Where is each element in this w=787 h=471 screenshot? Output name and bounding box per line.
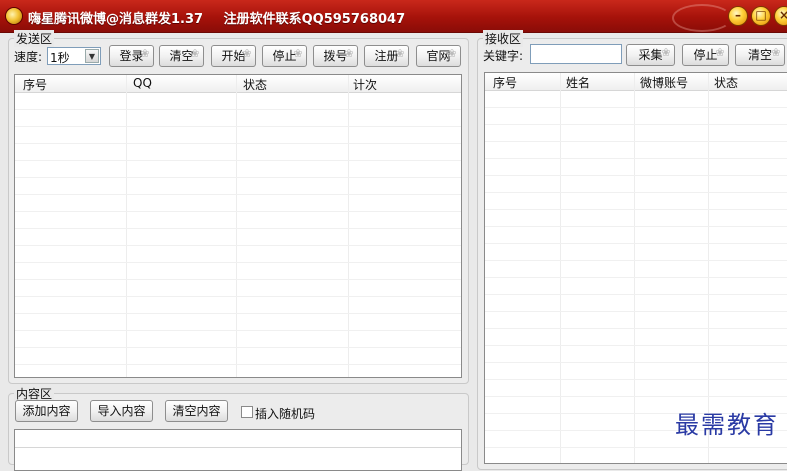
row-divider [15,177,461,178]
add-content-button-label: 添加内容 [22,404,71,418]
send-list-header: 序号 QQ 状态 计次 [15,75,461,93]
dial-button[interactable]: 拨号 ❀ [313,45,358,67]
swirl-icon: ❀ [771,46,781,59]
register-button[interactable]: 注册 ❀ [364,45,409,67]
column-divider [236,75,237,377]
column-header-index[interactable]: 序号 [489,74,517,91]
column-header-index[interactable]: 序号 [19,76,47,93]
row-divider [485,277,787,278]
column-divider [126,75,127,377]
row-divider [485,141,787,142]
row-divider [15,160,461,161]
column-header-count[interactable]: 计次 [349,76,377,93]
clear-content-button-label: 清空内容 [172,404,221,418]
column-header-qq[interactable]: QQ [129,76,152,90]
app-title: 嗨星腾讯微博@消息群发1.37 [28,12,204,27]
chevron-down-icon[interactable]: ▼ [85,49,99,63]
watermark-text: 最需教育 [675,411,779,439]
swirl-icon: ❀ [395,47,405,60]
swirl-icon: ❀ [661,46,671,59]
row-divider [485,260,787,261]
row-divider [15,228,461,229]
row-divider [485,396,787,397]
keyword-label: 关键字: [483,49,524,63]
row-divider [15,347,461,348]
swirl-icon: ❀ [190,47,200,60]
row-divider [485,447,787,448]
row-divider [15,126,461,127]
clear-send-button[interactable]: 清空 ❀ [159,45,204,67]
swirl-icon: ❀ [344,47,354,60]
swirl-icon: ❀ [242,47,252,60]
row-divider [15,279,461,280]
row-divider [485,345,787,346]
send-list-table[interactable]: 序号 QQ 状态 计次 [14,74,462,378]
row-divider [15,330,461,331]
row-divider [485,107,787,108]
row-divider [485,175,787,176]
row-divider [485,362,787,363]
send-area-title: 发送区 [14,30,55,47]
app-logo-icon [6,8,22,24]
insert-random-checkbox[interactable] [241,406,253,418]
collect-button[interactable]: 采集 ❀ [626,44,675,66]
start-button[interactable]: 开始 ❀ [211,45,256,67]
row-divider [485,209,787,210]
row-divider [485,294,787,295]
register-note: 注册软件联系QQ595768047 [223,12,406,27]
column-divider [634,73,635,463]
row-divider [15,194,461,195]
login-button[interactable]: 登录 ❀ [109,45,154,67]
row-divider [15,364,461,365]
row-divider [485,192,787,193]
swirl-icon: ❀ [715,46,725,59]
speed-label: 速度: [14,50,43,64]
clear-receive-button[interactable]: 清空 ❀ [735,44,785,66]
clear-content-button[interactable]: 清空内容 [165,400,228,422]
content-header-divider [15,447,461,448]
row-divider [15,143,461,144]
swirl-icon: ❀ [293,47,303,60]
column-header-status[interactable]: 状态 [239,76,267,93]
website-button[interactable]: 官网 ❀ [416,45,461,67]
row-divider [485,328,787,329]
swirl-icon: ❀ [447,47,457,60]
column-header-status[interactable]: 状态 [710,74,738,91]
row-divider [485,158,787,159]
row-divider [15,211,461,212]
row-divider [15,109,461,110]
restore-button[interactable]: □ [752,7,770,25]
row-divider [485,124,787,125]
keyword-input[interactable] [530,44,622,64]
receive-list-header: 序号 姓名 微博账号 状态 [485,73,787,91]
window-title: 嗨星腾讯微博@消息群发1.37 注册软件联系QQ595768047 [28,8,421,27]
row-divider [485,379,787,380]
add-content-button[interactable]: 添加内容 [15,400,78,422]
title-bar: 嗨星腾讯微博@消息群发1.37 注册软件联系QQ595768047 – □ × [0,0,787,33]
stop-send-button[interactable]: 停止 ❀ [262,45,307,67]
column-header-name[interactable]: 姓名 [562,74,590,91]
insert-random-label: 插入随机码 [255,407,316,421]
row-divider [485,226,787,227]
stop-receive-button[interactable]: 停止 ❀ [682,44,729,66]
title-decoration [672,4,732,32]
speed-select[interactable]: 1秒 ▼ [47,47,101,65]
row-divider [485,311,787,312]
column-divider [348,75,349,377]
row-divider [485,243,787,244]
row-divider [15,245,461,246]
receive-area-title: 接收区 [483,30,524,47]
column-divider [560,73,561,463]
minimize-button[interactable]: – [729,7,747,25]
import-content-button-label: 导入内容 [97,404,146,418]
close-button[interactable]: × [775,7,787,25]
speed-value: 1秒 [50,51,70,65]
row-divider [15,296,461,297]
row-divider [15,313,461,314]
swirl-icon: ❀ [140,47,150,60]
import-content-button[interactable]: 导入内容 [90,400,153,422]
row-divider [15,262,461,263]
content-list[interactable] [14,429,462,471]
column-header-weibo-account[interactable]: 微博账号 [636,74,688,91]
